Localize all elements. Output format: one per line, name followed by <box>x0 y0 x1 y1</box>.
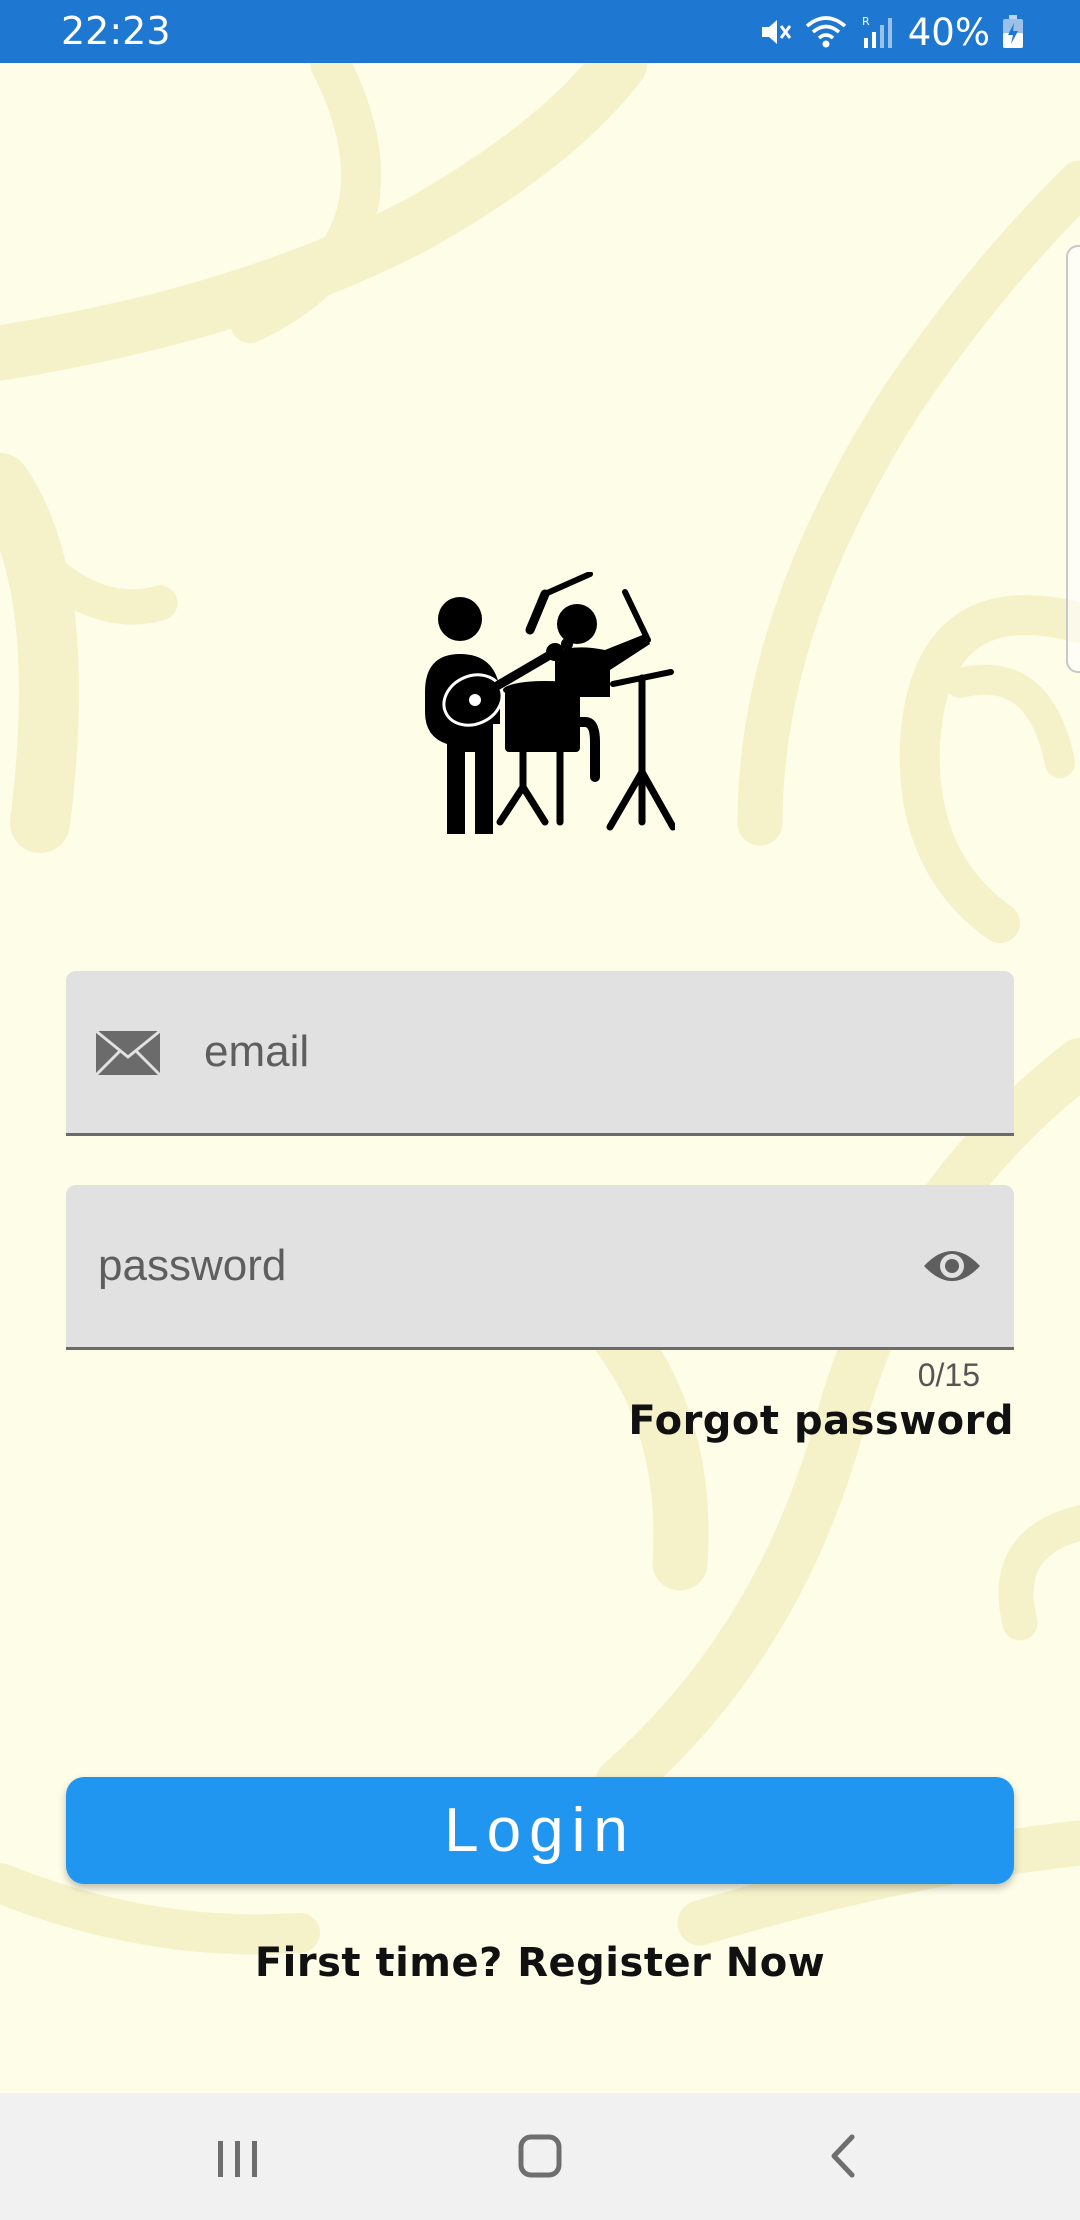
edge-panel-handle[interactable] <box>1066 245 1080 673</box>
battery-charging-icon <box>1003 15 1023 48</box>
status-bar: 22:23 R 40% <box>0 0 1080 63</box>
password-char-counter: 0/15 <box>917 1357 980 1393</box>
battery-percent: 40% <box>907 10 990 54</box>
login-button[interactable]: Login <box>66 1777 1014 1884</box>
mute-icon <box>761 20 791 44</box>
signal-icon: R <box>862 15 892 48</box>
email-field[interactable] <box>66 971 1014 1136</box>
email-input[interactable] <box>204 971 984 1133</box>
forgot-password-link[interactable]: Forgot password <box>628 1398 1014 1444</box>
status-icons: R 40% <box>758 10 1024 54</box>
status-time: 22:23 <box>61 9 171 53</box>
password-field[interactable] <box>66 1185 1014 1350</box>
band-musicians-icon <box>425 572 675 834</box>
home-icon[interactable] <box>500 2121 580 2191</box>
wifi-icon <box>805 16 846 48</box>
password-input[interactable] <box>98 1185 918 1347</box>
register-link[interactable]: First time? Register Now <box>0 1940 1080 1986</box>
recents-icon[interactable] <box>198 2121 278 2191</box>
navigation-bar <box>0 2093 1080 2220</box>
eye-icon[interactable] <box>922 1241 982 1291</box>
svg-text:R: R <box>862 15 870 28</box>
mail-icon <box>94 1029 162 1077</box>
back-icon[interactable] <box>802 2121 882 2191</box>
